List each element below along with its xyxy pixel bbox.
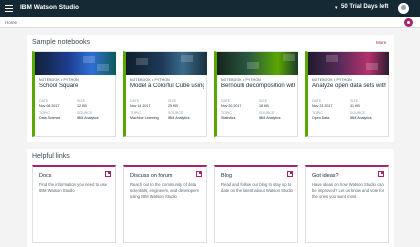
meta-value: Open Data xyxy=(312,115,330,120)
meta-value: IBM Analytics xyxy=(168,115,190,120)
link-title: Docs xyxy=(39,173,52,179)
avatar[interactable] xyxy=(398,3,409,14)
more-notebooks-link[interactable]: More xyxy=(376,40,386,45)
link-card-ideas[interactable]: Got ideas? Have ideas on how Watson Stud… xyxy=(305,165,389,243)
sub-header-bar: Home xyxy=(0,17,420,28)
notebook-thumbnail xyxy=(217,52,298,75)
notebook-card[interactable]: NOTEBOOK • PYTHON Bernoulli decompositio… xyxy=(214,51,298,137)
link-description: Reach out to the community of data scien… xyxy=(130,182,199,199)
notebook-card[interactable]: NOTEBOOK • PYTHON Analyze open data sets… xyxy=(305,51,389,137)
link-title: Discuss on forum xyxy=(130,173,173,179)
section-title-links: Helpful links xyxy=(32,153,70,160)
link-description: Read and follow our blog to stay up to d… xyxy=(221,182,294,193)
notebook-title: Bernoulli decomposition with... xyxy=(221,83,295,89)
external-link-icon xyxy=(287,171,293,177)
meta-value: IBM Analytics xyxy=(350,115,372,120)
section-title-notebooks: Sample notebooks xyxy=(32,39,90,46)
external-link-icon xyxy=(196,171,202,177)
meta-value: Statistics xyxy=(221,115,236,120)
link-description: Have ideas on how Watson Studio can be i… xyxy=(312,182,385,199)
top-nav-bar: IBM Watson Studio ▾ 50 Trial Days left xyxy=(0,0,420,17)
notebook-thumbnail xyxy=(126,52,207,75)
link-card-forum[interactable]: Discuss on forum Reach out to the commun… xyxy=(123,165,207,243)
notebook-kicker: NOTEBOOK • PYTHON xyxy=(39,78,79,82)
chevron-down-icon: ▾ xyxy=(335,5,338,11)
external-link-icon xyxy=(105,171,111,177)
link-description: Find the information you need to use IBM… xyxy=(39,182,107,193)
meta-value: Nov 08 2017 xyxy=(39,103,60,108)
notebook-card[interactable]: NOTEBOOK • PYTHON School Square DATE Nov … xyxy=(32,51,116,137)
link-title: Blog xyxy=(221,173,233,179)
external-link-icon xyxy=(378,171,384,177)
meta-value: Machine Learning xyxy=(130,115,159,120)
meta-value: 25 KB xyxy=(168,103,178,108)
meta-value: 12 KB xyxy=(77,103,87,108)
app-title[interactable]: IBM Watson Studio xyxy=(20,4,79,11)
notebook-title: School Square xyxy=(39,83,79,89)
breadcrumb[interactable]: Home xyxy=(5,20,17,25)
meta-value: IBM Analytics xyxy=(259,115,281,120)
meta-value: Nov 23 2017 xyxy=(312,103,333,108)
meta-value: Nov 20 2017 xyxy=(221,103,242,108)
notebook-title: Model a Colorful Cube using ML xyxy=(130,83,204,89)
link-title: Got ideas? xyxy=(312,173,339,179)
meta-value: 31 KB xyxy=(350,103,360,108)
hamburger-menu-icon[interactable] xyxy=(5,5,13,12)
settings-icon[interactable] xyxy=(404,18,413,27)
meta-value: Nov 14 2017 xyxy=(130,103,151,108)
link-card-docs[interactable]: Docs Find the information you need to us… xyxy=(32,165,116,243)
meta-value: Data Science xyxy=(39,115,61,120)
notebook-title: Analyze open data sets with... xyxy=(312,83,386,89)
notebook-kicker: NOTEBOOK • PYTHON xyxy=(130,78,170,82)
sample-notebooks-panel: Sample notebooks More NOTEBOOK • PYTHON … xyxy=(27,35,394,142)
link-card-blog[interactable]: Blog Read and follow our blog to stay up… xyxy=(214,165,298,243)
notebook-card[interactable]: NOTEBOOK • PYTHON Model a Colorful Cube … xyxy=(123,51,207,137)
notebook-thumbnail xyxy=(35,52,116,75)
notebook-thumbnail xyxy=(308,52,389,75)
meta-value: IBM Analytics xyxy=(77,115,99,120)
trial-days-link[interactable]: 50 Trial Days left xyxy=(341,4,388,10)
notebook-kicker: NOTEBOOK • PYTHON xyxy=(221,78,261,82)
meta-value: 18 KB xyxy=(259,103,269,108)
notebook-kicker: NOTEBOOK • PYTHON xyxy=(312,78,352,82)
